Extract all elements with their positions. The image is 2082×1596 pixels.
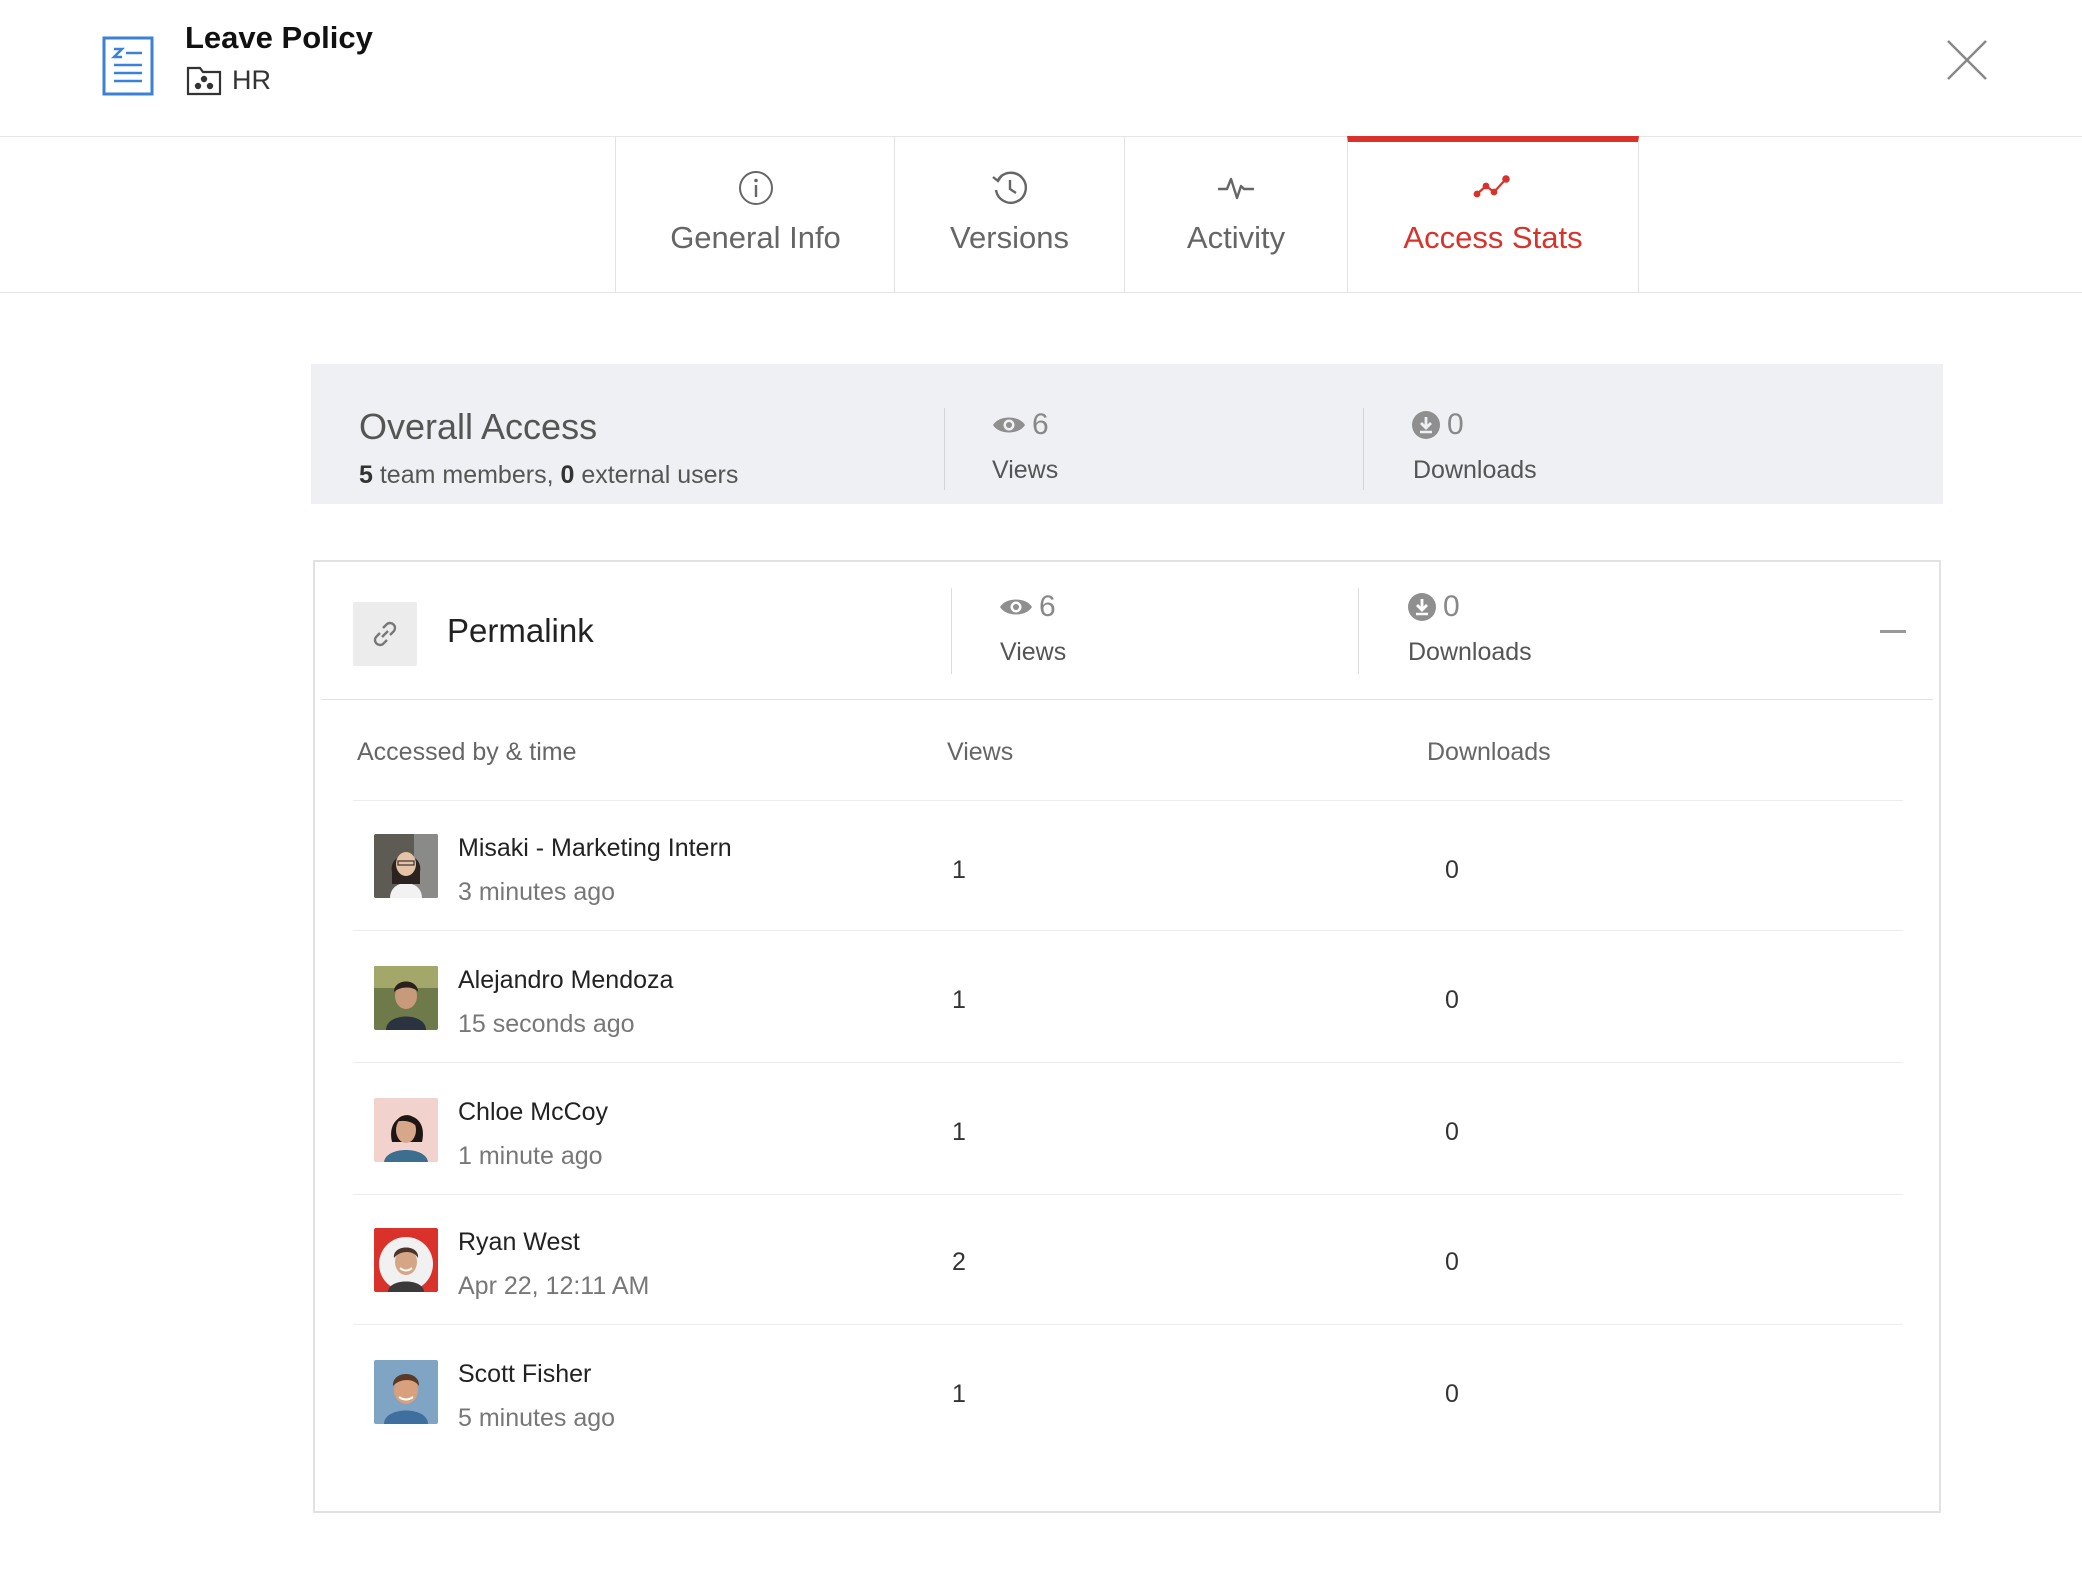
team-members-count: 5 [359, 461, 373, 489]
access-time: 3 minutes ago [458, 878, 616, 906]
avatar [374, 1098, 438, 1162]
permalink-downloads-stat: 0 [1407, 590, 1460, 624]
collapse-button[interactable] [1880, 630, 1906, 633]
tab-label: General Info [670, 220, 841, 255]
row-divider [353, 930, 1903, 931]
tab-label: Versions [950, 220, 1069, 255]
tab-label: Activity [1186, 220, 1286, 255]
eye-icon [1000, 599, 1032, 615]
team-members-text: team members, [372, 461, 561, 489]
column-header-views: Views [947, 738, 1014, 766]
download-icon [1412, 411, 1440, 439]
avatar [374, 834, 438, 898]
user-name: Ryan West [458, 1228, 580, 1256]
downloads-count: 0 [1445, 1118, 1459, 1146]
row-divider [353, 800, 1903, 801]
tabs-divider [0, 292, 2082, 293]
overall-views-count: 6 [1032, 408, 1049, 441]
downloads-count: 0 [1445, 856, 1459, 884]
views-count: 1 [952, 856, 966, 884]
info-icon [736, 168, 776, 208]
column-header-downloads: Downloads [1427, 738, 1551, 766]
overall-downloads-stat: 0 [1411, 408, 1464, 442]
external-users-count: 0 [560, 461, 575, 489]
overall-views-label: Views [992, 456, 1059, 484]
overall-access-summary: 5 team members, 0 external users [359, 461, 738, 490]
eye-icon [993, 417, 1025, 433]
overall-downloads-label: Downloads [1413, 456, 1537, 484]
views-count: 1 [952, 1380, 966, 1408]
overall-downloads-count: 0 [1447, 408, 1464, 441]
column-header-accessed-by: Accessed by & time [357, 738, 577, 766]
views-count: 2 [952, 1248, 966, 1276]
team-folder-icon [186, 64, 222, 96]
history-icon [990, 168, 1030, 208]
user-name: Chloe McCoy [458, 1098, 609, 1126]
permalink-downloads-label: Downloads [1408, 638, 1532, 666]
permalink-views-label: Views [1000, 638, 1067, 666]
download-icon [1408, 593, 1436, 621]
permalink-card: Permalink 6 Views 0 Downloads Accessed b… [313, 560, 1941, 1513]
card-divider [321, 699, 1933, 700]
external-users-text: external users [574, 461, 739, 489]
permalink-downloads-count: 0 [1443, 590, 1460, 623]
permalink-title: Permalink [447, 612, 594, 649]
avatar [374, 1360, 438, 1424]
stats-icon [1473, 168, 1513, 208]
overall-views-stat: 6 [992, 408, 1049, 442]
downloads-count: 0 [1445, 1248, 1459, 1276]
close-icon[interactable] [1945, 38, 1989, 82]
avatar [374, 1228, 438, 1292]
tab-activity[interactable]: Activity [1124, 136, 1347, 292]
link-icon [353, 602, 417, 666]
downloads-count: 0 [1445, 986, 1459, 1014]
user-name: Alejandro Mendoza [458, 966, 674, 994]
tab-versions[interactable]: Versions [894, 136, 1124, 292]
overall-access-panel: Overall Access 5 team members, 0 externa… [311, 364, 1943, 504]
access-time: Apr 22, 12:11 AM [458, 1272, 650, 1300]
access-time: 5 minutes ago [458, 1404, 616, 1432]
tab-label: Access Stats [1403, 220, 1583, 255]
row-divider [353, 1324, 1903, 1325]
access-time: 1 minute ago [458, 1142, 603, 1170]
permalink-views-count: 6 [1039, 590, 1056, 623]
access-time: 15 seconds ago [458, 1010, 635, 1038]
document-title: Leave Policy [185, 20, 373, 55]
overall-access-title: Overall Access [359, 406, 598, 447]
tab-access-stats[interactable]: Access Stats [1347, 136, 1639, 292]
divider [944, 408, 945, 490]
row-divider [353, 1062, 1903, 1063]
user-name: Scott Fisher [458, 1360, 592, 1388]
divider [951, 588, 952, 674]
tab-general-info[interactable]: General Info [615, 136, 895, 292]
document-icon [102, 36, 154, 96]
permalink-views-stat: 6 [999, 590, 1056, 624]
pulse-icon [1216, 168, 1256, 208]
views-count: 1 [952, 986, 966, 1014]
user-name: Misaki - Marketing Intern [458, 834, 732, 862]
divider [1363, 408, 1364, 490]
folder-name: HR [232, 64, 271, 95]
avatar [374, 966, 438, 1030]
row-divider [353, 1194, 1903, 1195]
downloads-count: 0 [1445, 1380, 1459, 1408]
views-count: 1 [952, 1118, 966, 1146]
divider [1358, 588, 1359, 674]
folder-breadcrumb[interactable]: HR [186, 62, 271, 98]
